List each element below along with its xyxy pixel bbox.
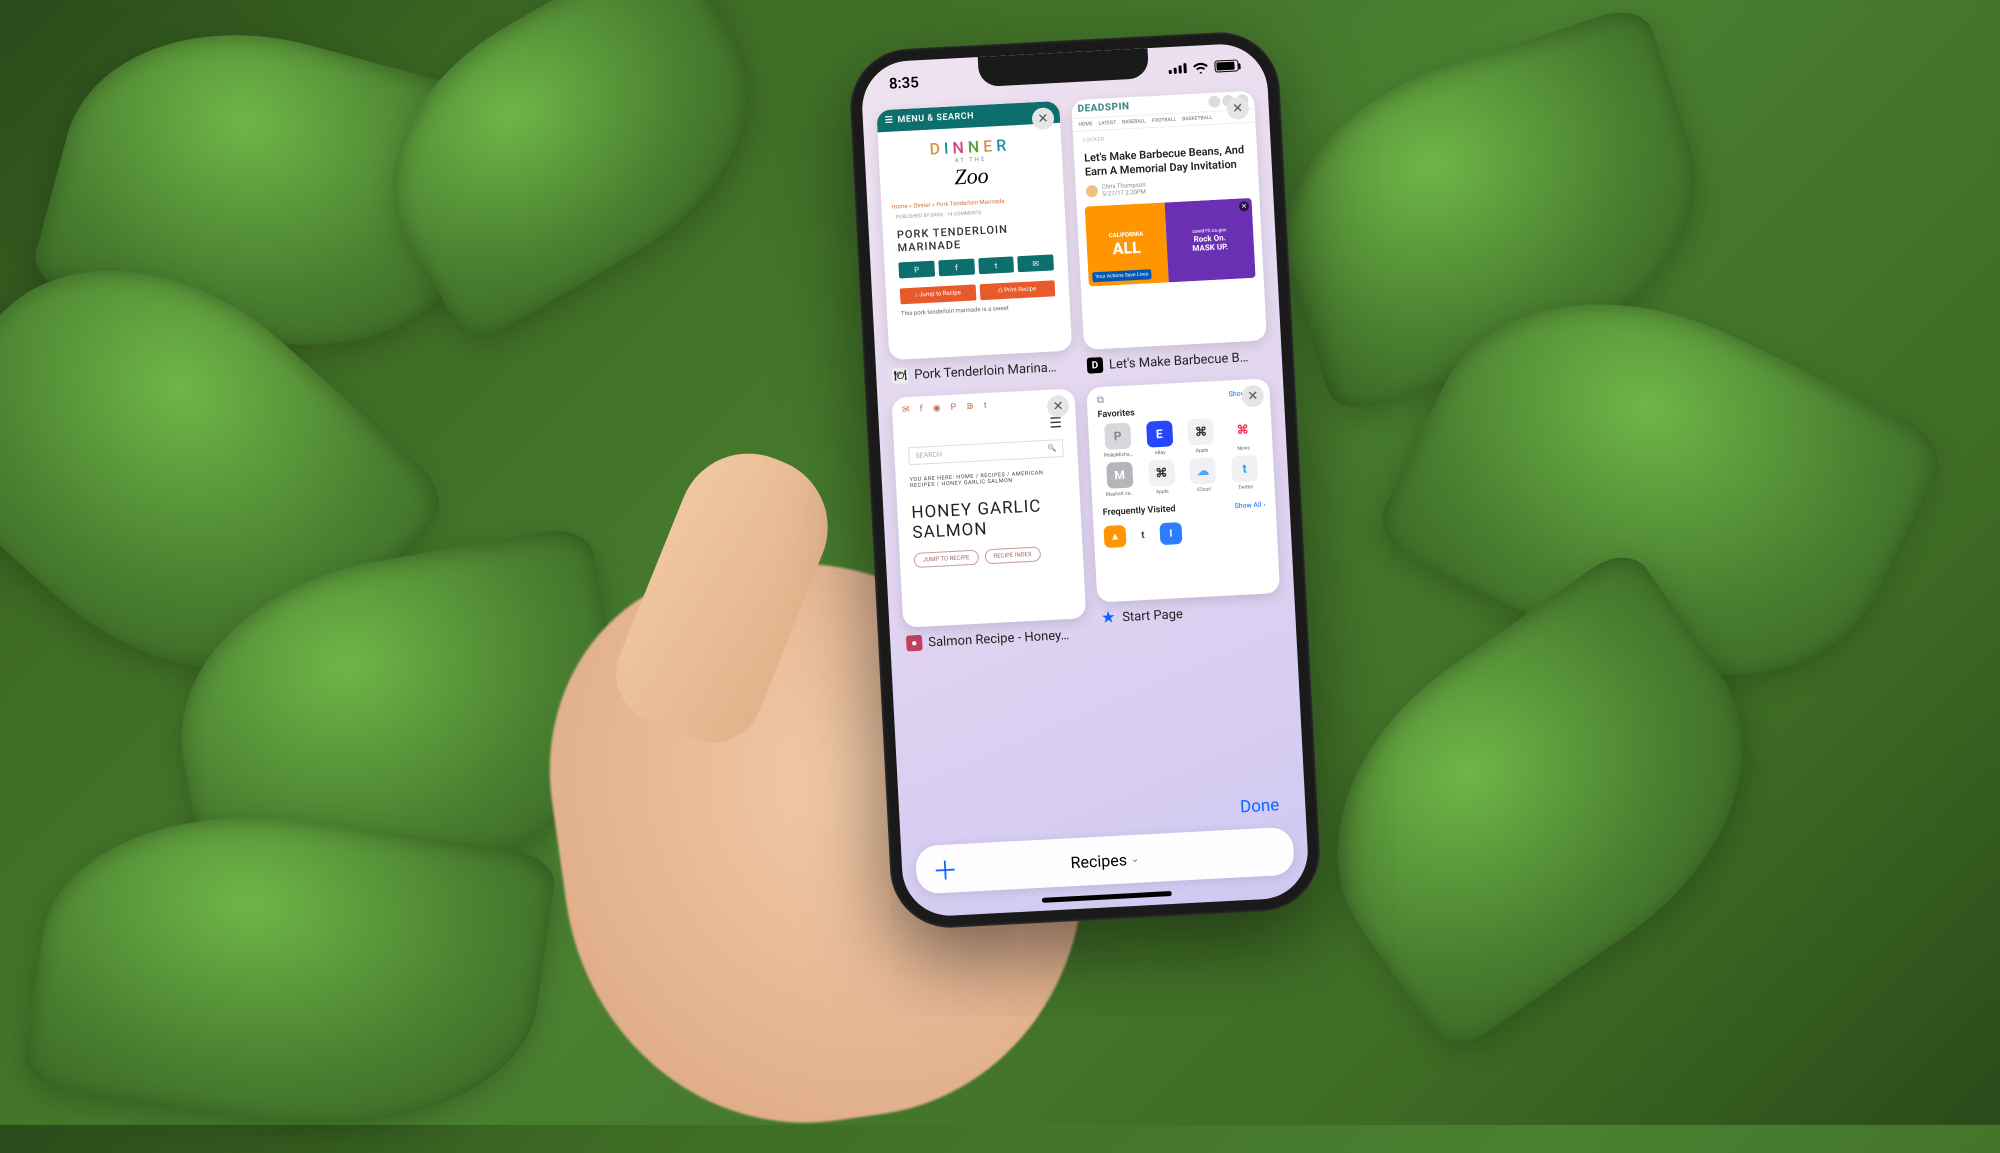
app-label: News (1237, 445, 1250, 452)
tab-caption: Start Page (1122, 607, 1183, 625)
status-time: 8:35 (889, 73, 920, 93)
app-label: iCloud (1197, 486, 1211, 493)
favorite-app: ☁ iCloud (1184, 457, 1224, 494)
show-all-link: Show All › (1234, 501, 1265, 511)
frequently-visited-row: ▲tI (1103, 518, 1267, 549)
app-label: Twitter (1238, 484, 1254, 491)
home-indicator[interactable] (1042, 891, 1172, 903)
frequently-visited-heading: Frequently Visited (1102, 504, 1175, 518)
site-logo: DINNER AT THE Zoo (878, 123, 1065, 204)
tab-salmon-recipe[interactable]: ✕ ✉ f ◉ P ⋑ t ☰ SEARCH 🔍 YOU ARE HERE: (891, 388, 1087, 651)
app-tile: E (1146, 420, 1173, 447)
jump-to-recipe-button: JUMP TO RECIPE (914, 550, 979, 568)
tab-caption: Let's Make Barbecue B… (1109, 350, 1249, 372)
freq-tile: ▲ (1103, 525, 1126, 548)
favorite-app: ⌘ Apple (1142, 459, 1182, 496)
facebook-icon: f (938, 259, 975, 277)
wifi-icon (1192, 61, 1209, 74)
pinterest-icon: P (898, 261, 935, 279)
favicon: ★ (1100, 610, 1117, 627)
facebook-icon: f (919, 404, 923, 414)
chevron-down-icon: ⌄ (1131, 853, 1140, 864)
app-tile: ☁ (1189, 457, 1216, 484)
cart-icon (1208, 95, 1221, 108)
app-label: Apple (1156, 489, 1169, 496)
tab-thumbnail[interactable]: ✕ ✉ f ◉ P ⋑ t ☰ SEARCH 🔍 YOU ARE HERE: (891, 388, 1086, 627)
app-tile: ⌘ (1148, 459, 1175, 486)
print-recipe-button: ⎙ Print Recipe (979, 280, 1055, 300)
rss-icon: ⋑ (966, 402, 974, 412)
bookmarks-icon: ⧉ (1097, 395, 1105, 406)
app-tile: t (1231, 455, 1258, 482)
favicon: ● (906, 635, 923, 652)
screen: 8:35 ✕ ☰MENU & SEARCH DINNER AT THE Zoo (860, 42, 1310, 918)
site-logo: DEADSPIN (1077, 101, 1130, 115)
bottom-toolbar-area: Done ＋ Recipes ⌄ (899, 794, 1310, 918)
iphone-frame: 8:35 ✕ ☰MENU & SEARCH DINNER AT THE Zoo (847, 29, 1322, 930)
favorite-app: ⌘ News (1223, 416, 1263, 453)
tab-deadspin-bbq[interactable]: ✕ DEADSPIN HOMELATESTBASEBALLFOOTBALLBAS… (1071, 91, 1268, 374)
app-label: PhilipMichaels.com (1103, 451, 1133, 459)
search-field: SEARCH 🔍 (908, 439, 1064, 465)
pinterest-icon: P (950, 403, 956, 413)
done-button[interactable]: Done (1240, 795, 1280, 817)
app-label: eBay (1155, 450, 1166, 457)
cellular-icon (1168, 63, 1186, 74)
favicon: D (1087, 357, 1104, 374)
tab-start-page[interactable]: ✕ ⧉ Show All › Favorites PPhilipMichaels… (1086, 378, 1282, 641)
instagram-icon: ◉ (932, 403, 940, 413)
freq-tile: t (1131, 523, 1154, 546)
tab-grid[interactable]: ✕ ☰MENU & SEARCH DINNER AT THE Zoo Home … (862, 86, 1296, 653)
battery-icon (1214, 59, 1239, 72)
favicon: 🍽 (892, 367, 909, 384)
site-menu-label: MENU & SEARCH (897, 111, 974, 125)
tab-group-selector[interactable]: Recipes ⌄ (962, 844, 1249, 878)
favorite-app: t Twitter (1225, 455, 1265, 492)
tab-caption: Salmon Recipe - Honey… (928, 628, 1070, 650)
favorite-app: PPhilipMichaels.com (1098, 422, 1138, 459)
tab-thumbnail[interactable]: ✕ DEADSPIN HOMELATESTBASEBALLFOOTBALLBAS… (1071, 91, 1267, 350)
email-icon: ✉ (902, 405, 910, 415)
recipe-index-button: RECIPE INDEX (984, 546, 1041, 564)
app-tile: P (1104, 423, 1131, 450)
app-tile: M (1106, 462, 1133, 489)
app-tile: ⌘ (1229, 416, 1256, 443)
tab-thumbnail[interactable]: ✕ ⧉ Show All › Favorites PPhilipMichaels… (1086, 378, 1280, 602)
search-icon: 🔍 (1047, 444, 1056, 452)
hamburger-icon: ☰ (885, 116, 894, 126)
ad-close-icon: ✕ (1239, 201, 1250, 212)
app-label: Mashed cauliflow… (1106, 490, 1136, 498)
email-icon: ✉ (1017, 254, 1054, 272)
twitter-icon: t (984, 401, 987, 411)
tab-thumbnail[interactable]: ✕ ☰MENU & SEARCH DINNER AT THE Zoo Home … (876, 101, 1072, 360)
freq-tile: I (1159, 522, 1182, 545)
favorite-app: ⌘ Apple (1181, 418, 1221, 455)
app-tile: ⌘ (1187, 418, 1214, 445)
close-tab-button[interactable]: ✕ (1241, 385, 1264, 408)
twitter-icon: t (978, 256, 1015, 274)
tab-pork-tenderloin[interactable]: ✕ ☰MENU & SEARCH DINNER AT THE Zoo Home … (876, 101, 1073, 384)
ad-banner: CALIFORNIA ALL covid19.ca.gov Rock On. M… (1085, 197, 1256, 286)
author-avatar (1086, 185, 1099, 198)
app-label: Apple (1195, 448, 1208, 455)
new-tab-button[interactable]: ＋ (931, 849, 963, 888)
favorites-grid: PPhilipMichaels.comEeBay⌘Apple⌘NewsMMash… (1098, 416, 1265, 498)
jump-to-recipe-button: ↓ Jump to Recipe (900, 284, 976, 304)
favorite-app: EeBay (1140, 420, 1180, 457)
tab-caption: Pork Tenderloin Marina… (914, 360, 1057, 382)
favorite-app: MMashed cauliflow… (1100, 461, 1140, 498)
article-title: HONEY GARLIC SALMON (896, 484, 1082, 553)
